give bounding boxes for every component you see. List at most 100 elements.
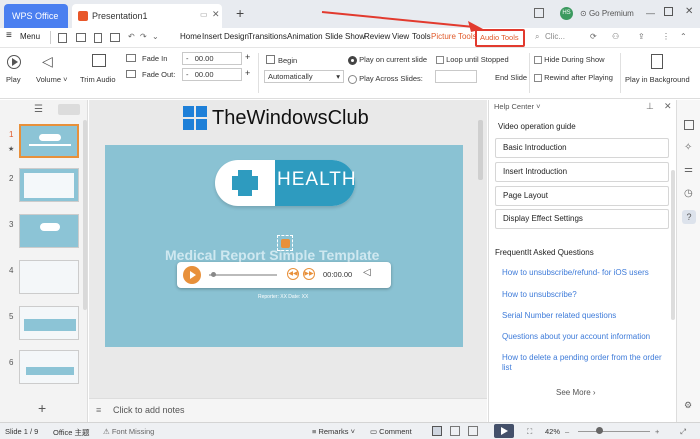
- fade-in-increment[interactable]: +: [245, 52, 250, 62]
- menu-design[interactable]: Design: [224, 32, 249, 41]
- sorter-view-icon[interactable]: [450, 426, 460, 436]
- audio-forward-button[interactable]: ▶▶: [303, 268, 315, 280]
- menu-button[interactable]: Menu: [20, 32, 40, 41]
- zoom-slider-track[interactable]: [578, 431, 650, 432]
- more-icon[interactable]: ⌄: [152, 32, 159, 41]
- play-current-radio[interactable]: [348, 55, 357, 65]
- audio-volume-icon[interactable]: ◁: [363, 267, 371, 278]
- zoom-out-icon[interactable]: –: [565, 427, 569, 436]
- faq-link-account[interactable]: Questions about your account information: [502, 332, 662, 342]
- faq-link-ios-refund[interactable]: How to unsubscribe/refund- for iOS users: [502, 268, 662, 278]
- canvas-scrollbar[interactable]: [478, 120, 483, 180]
- collapse-ribbon-icon[interactable]: ⌃: [680, 32, 687, 41]
- trim-audio-button[interactable]: Trim Audio: [80, 54, 116, 84]
- remarks-button[interactable]: ≡ Remarks ˅: [312, 427, 355, 436]
- play-audio-button[interactable]: Play: [6, 55, 21, 84]
- new-tab-icon[interactable]: +: [236, 6, 244, 20]
- search-input[interactable]: Clic...: [545, 32, 565, 41]
- zoom-level[interactable]: 42%: [545, 427, 560, 436]
- outline-view-icon[interactable]: ☰: [34, 104, 43, 115]
- fade-out-increment[interactable]: +: [245, 68, 250, 78]
- zoom-slider-thumb[interactable]: [596, 427, 603, 434]
- reading-view-icon[interactable]: [468, 426, 478, 436]
- animation-icon[interactable]: ✧: [684, 142, 692, 153]
- slide-thumbnail-3[interactable]: [19, 214, 79, 248]
- help-icon[interactable]: ?: [682, 210, 696, 224]
- export-icon[interactable]: [94, 33, 102, 43]
- history-icon[interactable]: ◷: [684, 188, 693, 199]
- help-scrollbar[interactable]: [671, 170, 675, 320]
- hide-checkbox[interactable]: [534, 56, 542, 65]
- slide-thumbnail-1[interactable]: [19, 124, 79, 158]
- slide-thumbnail-4[interactable]: [19, 260, 79, 294]
- panel-settings-icon[interactable]: ⚙: [684, 400, 692, 411]
- play-across-input[interactable]: [435, 70, 477, 83]
- audio-progress-thumb[interactable]: [211, 272, 216, 277]
- audio-object-icon[interactable]: [281, 239, 290, 248]
- close-panel-icon[interactable]: ✕: [664, 101, 672, 112]
- menu-insert[interactable]: Insert: [202, 32, 222, 41]
- settings-sliders-icon[interactable]: ⚌: [684, 164, 693, 175]
- slides-view-icon[interactable]: [58, 104, 80, 115]
- loop-option[interactable]: Loop until Stopped: [436, 55, 509, 65]
- close-window-icon[interactable]: ✕: [685, 6, 693, 17]
- avatar[interactable]: HS: [560, 7, 573, 20]
- slide-show-button[interactable]: [494, 424, 514, 438]
- slide-thumbnail-5[interactable]: [19, 306, 79, 340]
- loop-checkbox[interactable]: [436, 56, 444, 65]
- play-in-background-button[interactable]: Play in Background: [625, 54, 690, 84]
- menu-audio-tools[interactable]: Audio Tools: [480, 33, 519, 42]
- fade-out-input[interactable]: - 00.00: [182, 68, 242, 81]
- tab-wps-office[interactable]: WPS Office: [4, 4, 68, 28]
- basic-introduction-button[interactable]: Basic Introduction: [495, 138, 669, 158]
- play-across-radio[interactable]: [348, 74, 357, 84]
- menu-transitions[interactable]: Transitions: [248, 32, 287, 41]
- theme-name[interactable]: Office 主题: [53, 427, 90, 438]
- play-current-option[interactable]: Play on current slide: [348, 55, 427, 65]
- comment-button[interactable]: ▭ Comment: [370, 427, 412, 436]
- see-more-button[interactable]: See More ›: [556, 388, 596, 397]
- save-icon[interactable]: [58, 33, 67, 43]
- more-options-icon[interactable]: ⋮: [662, 32, 670, 41]
- monitor-icon[interactable]: ▭: [200, 10, 208, 19]
- minimize-icon[interactable]: —: [646, 8, 655, 18]
- page-layout-button[interactable]: Page Layout: [495, 186, 669, 206]
- zoom-in-icon[interactable]: +: [655, 427, 659, 436]
- font-missing-indicator[interactable]: ⚠ Font Missing: [103, 427, 154, 436]
- redo-icon[interactable]: ↷: [140, 32, 147, 41]
- menu-home[interactable]: Home: [180, 32, 201, 41]
- fullscreen-icon[interactable]: ⤢: [680, 427, 686, 437]
- slide-thumbnail-2[interactable]: [19, 168, 79, 202]
- hide-option[interactable]: Hide During Show: [534, 55, 605, 65]
- audio-progress-track[interactable]: [209, 274, 277, 276]
- hamburger-icon[interactable]: ≡: [6, 30, 12, 41]
- notes-placeholder[interactable]: Click to add notes: [113, 405, 185, 415]
- folder-icon[interactable]: [76, 33, 86, 42]
- help-center-dropdown[interactable]: Help Center ˅: [494, 102, 541, 111]
- rewind-option[interactable]: Rewind after Playing: [534, 73, 613, 83]
- collaborate-icon[interactable]: ⚇: [612, 32, 619, 41]
- display-effect-settings-button[interactable]: Display Effect Settings: [495, 209, 669, 229]
- layout-icon[interactable]: [534, 8, 544, 18]
- faq-link-unsubscribe[interactable]: How to unsubscribe?: [502, 290, 662, 300]
- close-tab-icon[interactable]: ✕: [212, 9, 220, 20]
- audio-rewind-button[interactable]: ◀◀: [287, 268, 299, 280]
- sync-icon[interactable]: ⟳: [590, 32, 597, 41]
- fit-icon[interactable]: ⛶: [527, 427, 532, 437]
- tab-presentation[interactable]: Presentation1 ▭ ✕: [72, 4, 222, 28]
- rewind-checkbox[interactable]: [534, 74, 542, 83]
- maximize-icon[interactable]: [664, 7, 673, 16]
- volume-button[interactable]: ◁ Volume ˅: [36, 54, 68, 84]
- notes-pane[interactable]: ≡ Click to add notes: [89, 398, 487, 422]
- normal-view-icon[interactable]: [432, 426, 442, 436]
- faq-link-serial-number[interactable]: Serial Number related questions: [502, 311, 662, 321]
- go-premium-link[interactable]: ⊙ Go Premium: [580, 9, 634, 18]
- add-slide-icon[interactable]: +: [38, 400, 46, 416]
- fade-in-input[interactable]: - 00.00: [182, 52, 242, 65]
- thumbnail-scrollbar[interactable]: [83, 120, 87, 310]
- print-icon[interactable]: [110, 33, 120, 42]
- share-icon[interactable]: ⇪: [638, 32, 645, 41]
- faq-link-pending-order[interactable]: How to delete a pending order from the o…: [502, 353, 662, 373]
- pin-icon[interactable]: ⊥: [646, 101, 654, 112]
- slide-1[interactable]: HEALTH Medical Report Simple Template Re…: [105, 145, 463, 347]
